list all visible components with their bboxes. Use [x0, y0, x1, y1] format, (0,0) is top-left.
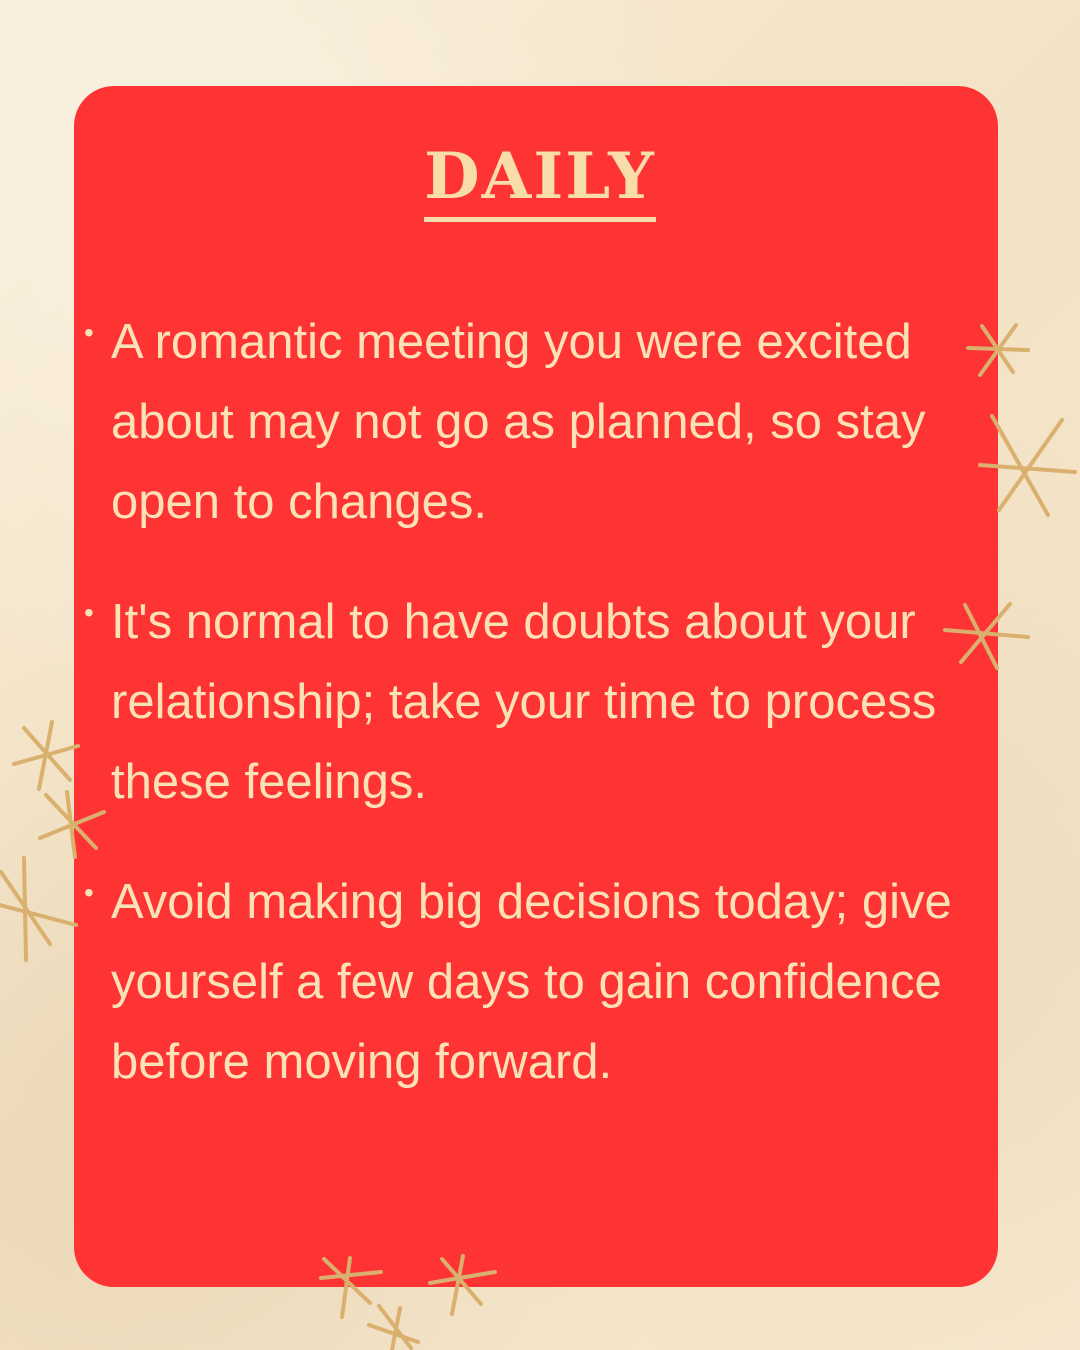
- list-item: • It's normal to have doubts about your …: [84, 582, 994, 822]
- list-item-text: Avoid making big decisions today; give y…: [111, 875, 952, 1089]
- list-item: • A romantic meeting you were excited ab…: [84, 302, 994, 542]
- page-title: DAILY: [0, 145, 1080, 222]
- list-item-text: A romantic meeting you were excited abou…: [111, 315, 926, 529]
- bullet-icon: •: [84, 597, 94, 628]
- title-text: DAILY: [424, 145, 656, 222]
- list-item-text: It's normal to have doubts about your re…: [111, 595, 937, 809]
- list-item: • Avoid making big decisions today; give…: [84, 862, 994, 1102]
- bullet-icon: •: [84, 317, 94, 348]
- daily-list: • A romantic meeting you were excited ab…: [84, 302, 994, 1142]
- bullet-icon: •: [84, 877, 94, 908]
